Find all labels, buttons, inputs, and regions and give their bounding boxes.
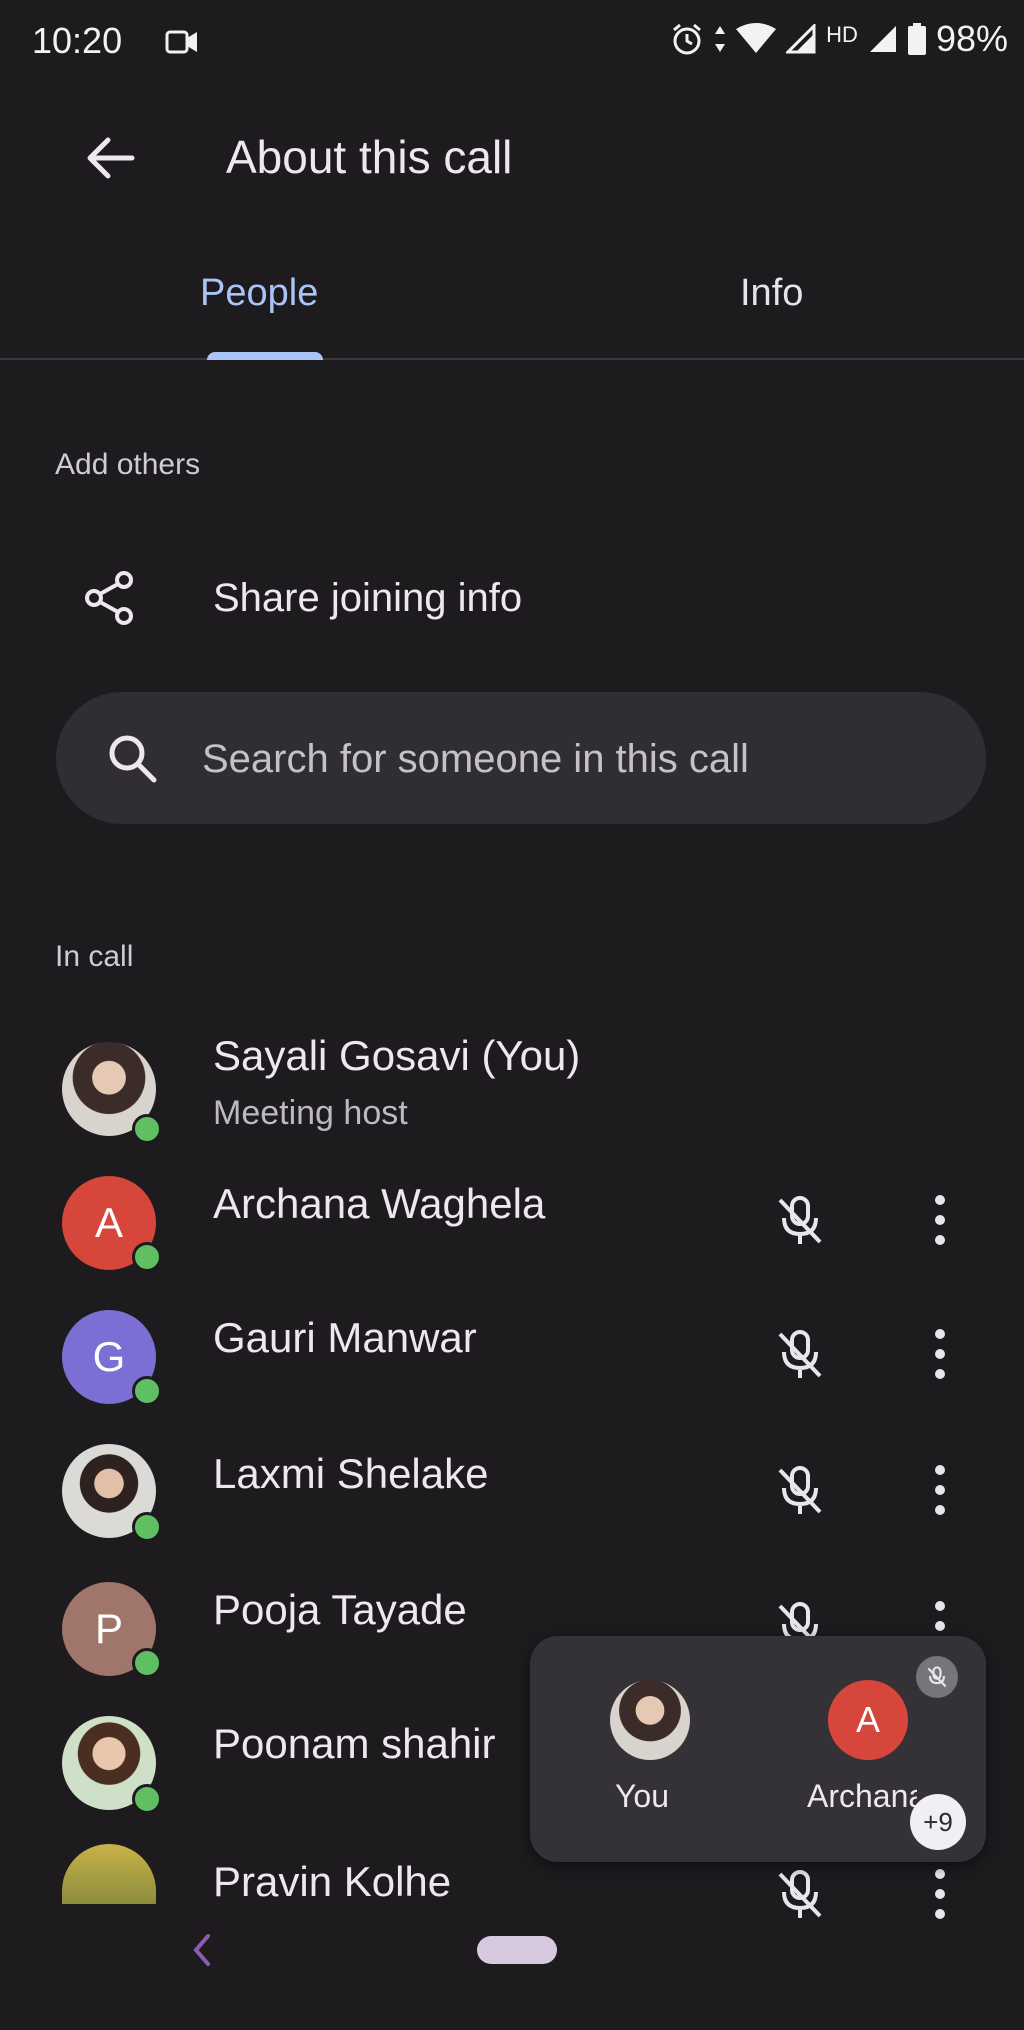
video-camera-icon — [165, 30, 197, 54]
in-call-heading: In call — [55, 940, 134, 973]
share-joining-info-button[interactable]: Share joining info — [0, 548, 1024, 648]
participant-name: Sayali Gosavi (You) — [213, 1032, 581, 1079]
tab-info[interactable]: Info — [740, 272, 803, 315]
more-vert-icon[interactable] — [915, 1460, 965, 1520]
data-arrows-icon — [715, 26, 726, 52]
mic-off-icon[interactable] — [770, 1864, 830, 1924]
participant-row-laxmi[interactable]: Laxmi Shelake — [0, 1436, 1024, 1566]
more-vert-icon[interactable] — [915, 1190, 965, 1250]
participant-search-bar[interactable] — [56, 692, 986, 824]
pip-self-label: You — [615, 1778, 669, 1814]
search-input[interactable] — [200, 730, 964, 788]
participant-name: Laxmi Shelake — [213, 1450, 489, 1497]
share-joining-info-label: Share joining info — [213, 576, 523, 620]
nav-home-pill[interactable] — [477, 1936, 557, 1964]
search-icon — [109, 735, 157, 783]
status-bar: 10:20 HD 98% — [0, 0, 1024, 90]
pip-participant-avatar: A — [828, 1680, 908, 1760]
pip-participant-label: Archana — [807, 1778, 917, 1814]
online-presence-dot — [132, 1376, 162, 1406]
participant-name: Pravin Kolhe — [213, 1858, 452, 1905]
page-title: About this call — [226, 131, 513, 183]
online-presence-dot — [132, 1114, 162, 1144]
status-icons: HD 98% — [670, 18, 1008, 60]
pip-mic-off-icon — [916, 1656, 958, 1698]
back-arrow-icon[interactable] — [80, 128, 140, 188]
online-presence-dot — [132, 1648, 162, 1678]
battery-percent: 98% — [935, 18, 1008, 59]
add-others-heading: Add others — [55, 448, 201, 481]
network-type-label: HD — [826, 22, 858, 47]
about-call-screen: 10:20 HD 98% About this call People Info… — [0, 0, 1024, 2030]
participant-row-gauri[interactable]: G Gauri Manwar — [0, 1300, 1024, 1430]
mic-off-icon[interactable] — [770, 1324, 830, 1384]
tab-bar: People Info — [0, 250, 1024, 360]
alarm-icon — [673, 23, 702, 55]
participant-name: Gauri Manwar — [213, 1314, 477, 1361]
mic-off-icon[interactable] — [770, 1190, 830, 1250]
cell-signal-icon — [786, 24, 816, 54]
battery-icon — [907, 23, 926, 55]
participant-role: Meeting host — [213, 1094, 408, 1132]
share-icon — [85, 571, 133, 625]
online-presence-dot — [132, 1512, 162, 1542]
participant-name: Poonam shahir — [213, 1720, 496, 1767]
status-time: 10:20 — [32, 20, 123, 61]
more-vert-icon[interactable] — [915, 1324, 965, 1384]
tab-people[interactable]: People — [200, 272, 318, 315]
participant-name: Archana Waghela — [213, 1180, 546, 1227]
pip-self-avatar — [610, 1680, 690, 1760]
cell-signal-icon-2 — [869, 26, 896, 52]
online-presence-dot — [132, 1784, 162, 1814]
active-tab-indicator — [207, 352, 323, 360]
more-vert-icon[interactable] — [915, 1864, 965, 1924]
participant-row-sayali[interactable]: Sayali Gosavi (You) Meeting host — [0, 1028, 1024, 1158]
nav-back-icon[interactable] — [190, 1930, 212, 1970]
wifi-icon — [736, 23, 777, 53]
participant-row-archana[interactable]: A Archana Waghela — [0, 1166, 1024, 1296]
call-pip-window[interactable]: You A Archana +9 — [530, 1636, 986, 1862]
pip-more-participants-badge: +9 — [910, 1794, 966, 1850]
online-presence-dot — [132, 1242, 162, 1272]
mic-off-icon[interactable] — [770, 1460, 830, 1520]
avatar — [62, 1844, 156, 1904]
participant-name: Pooja Tayade — [213, 1586, 467, 1633]
